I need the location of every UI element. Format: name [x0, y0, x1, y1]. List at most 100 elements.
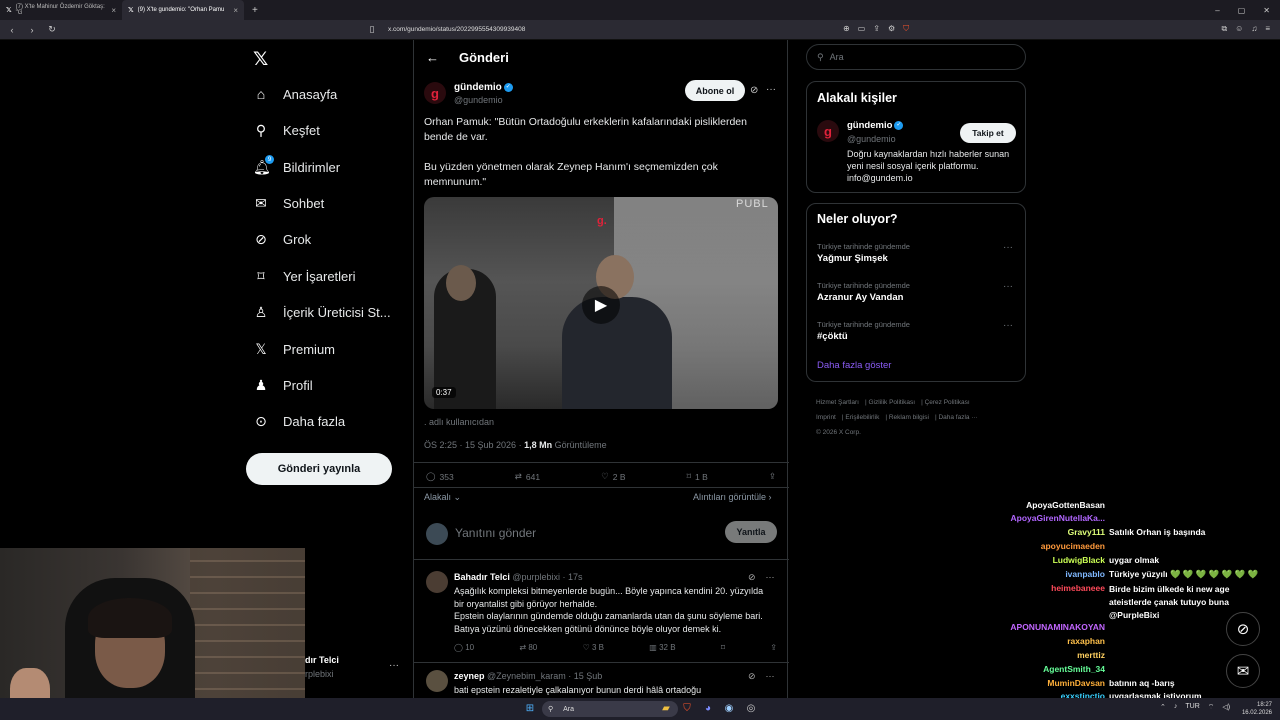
reply-input[interactable]: Yanıtını gönder	[455, 526, 536, 540]
reload-icon[interactable]: ↻	[46, 24, 58, 35]
post-button[interactable]: Gönderi yayınla	[246, 453, 392, 485]
volume-icon[interactable]: ◁)	[1222, 703, 1230, 712]
show-more-link[interactable]: Daha fazla göster	[817, 360, 891, 371]
back-arrow-icon[interactable]: ←	[426, 50, 439, 65]
chat-username[interactable]: AgentSmith_34	[990, 664, 1105, 674]
comment-author[interactable]: Bahadır Telci @purplebixi · 17s	[454, 572, 583, 582]
wifi-icon[interactable]: ⌔	[1208, 703, 1215, 712]
chat-username[interactable]: ApoyaGirenNutellaKa...	[990, 513, 1105, 523]
taskbar-search[interactable]: ⚲ Ara	[542, 701, 678, 717]
more-options-icon[interactable]: ···	[1003, 242, 1013, 253]
maximize-icon[interactable]: ▢	[1238, 6, 1246, 15]
comment-author[interactable]: zeynep @Zeynebim_karam · 15 Şub	[454, 671, 602, 681]
play-icon[interactable]: ▶	[582, 286, 620, 324]
more-options-icon[interactable]: ···	[766, 572, 775, 583]
x-logo-icon[interactable]: 𝕏	[253, 48, 268, 71]
chat-username[interactable]: ApoyaGottenBasan	[990, 500, 1105, 510]
share-icon[interactable]: ⇪	[873, 24, 880, 34]
grok-icon[interactable]: ⊘	[748, 671, 756, 682]
forward-nav-icon[interactable]: ›	[26, 25, 38, 35]
messages-fab-icon[interactable]: ✉	[1226, 654, 1260, 688]
follow-button[interactable]: Takip et	[960, 123, 1016, 143]
chat-username[interactable]: ivanpablo	[990, 569, 1105, 579]
new-tab-icon[interactable]: +	[252, 5, 258, 16]
footer-link[interactable]: Erişilebilirlik	[845, 414, 879, 421]
nav-item-premium[interactable]: 𝕏 Premium	[253, 341, 335, 358]
related-name[interactable]: gündemio ✓	[847, 120, 904, 131]
nav-item-explore[interactable]: ⚲ Keşfet	[253, 122, 320, 139]
shield-icon[interactable]: ⛉	[903, 24, 909, 34]
more-options-icon[interactable]: ···	[766, 84, 776, 95]
like-stat[interactable]: ♡ 2 B	[601, 471, 625, 482]
more-options-icon[interactable]: ···	[1003, 320, 1013, 331]
more-options-icon[interactable]: ···	[766, 671, 775, 682]
screen-icon[interactable]: ▭	[858, 24, 866, 34]
reply-stat[interactable]: ◯ 353	[426, 471, 454, 482]
trend-item[interactable]: Azranur Ay Vandan	[817, 292, 903, 303]
video-source[interactable]: . adlı kullanıcıdan	[424, 417, 494, 427]
nav-item-notifications[interactable]: 🔔︎ 9 Bildirimler	[253, 155, 340, 176]
trend-item[interactable]: Yağmur Şimşek	[817, 253, 888, 264]
chat-username[interactable]: raxaphan	[990, 636, 1105, 646]
close-tab-icon[interactable]: ×	[111, 6, 116, 15]
grok-icon[interactable]: ⊘	[750, 85, 758, 96]
chat-username[interactable]: apoyucimaeden	[990, 541, 1105, 551]
footer-link[interactable]: Reklam bilgisi	[889, 414, 929, 421]
author-avatar[interactable]: g	[424, 82, 446, 104]
more-options-icon[interactable]: ···	[1003, 281, 1013, 292]
folder-icon[interactable]: ▰	[660, 703, 672, 715]
menu-icon[interactable]: ≡	[1265, 24, 1270, 34]
sort-dropdown[interactable]: Alakalı ⌄	[424, 492, 461, 503]
nav-item-more[interactable]: ⊙ Daha fazla	[253, 413, 345, 430]
footer-link[interactable]: Hizmet Şartları	[816, 399, 859, 406]
profile-icon[interactable]: ☺	[1235, 24, 1243, 34]
author-name[interactable]: gündemio ✓	[454, 82, 513, 93]
grok-fab-icon[interactable]: ⊘	[1226, 612, 1260, 646]
avatar[interactable]: g	[817, 120, 839, 142]
bookmark-page-icon[interactable]: ▯	[366, 24, 378, 35]
browser-tab-active[interactable]: 𝕏 (9) X'te gundemio: "Orhan Pamu ×	[122, 0, 244, 20]
chat-username[interactable]: LudwigBlack	[990, 555, 1105, 565]
lang-indicator[interactable]: TUR	[1185, 703, 1199, 712]
share-icon[interactable]: ⇪	[770, 643, 777, 652]
chevron-up-icon[interactable]: ⌃	[1160, 703, 1166, 712]
video-player[interactable]: g. PUBL ▶ 0:37	[424, 197, 778, 409]
avatar[interactable]	[426, 571, 448, 593]
reply-stat[interactable]: ◯ 10	[454, 643, 474, 652]
zoom-icon[interactable]: ⊕	[843, 24, 850, 34]
close-window-icon[interactable]: ✕	[1263, 6, 1270, 15]
chat-username[interactable]: heimebaneee	[990, 583, 1105, 593]
steam-icon[interactable]: ◉	[723, 703, 735, 715]
puzzle-icon[interactable]: ⧉	[1221, 24, 1227, 34]
view-quotes-link[interactable]: Alıntıları görüntüle ›	[693, 492, 772, 502]
footer-link[interactable]: Gizlilik Politikası	[868, 399, 915, 406]
chat-username[interactable]: merttiz	[990, 650, 1105, 660]
like-stat[interactable]: ♡ 3 B	[583, 643, 604, 652]
brave-icon[interactable]: ⛉	[681, 703, 693, 715]
nav-item-home[interactable]: ⌂ Anasayfa	[253, 86, 337, 102]
windows-start-icon[interactable]: ⊞	[524, 703, 536, 715]
clock[interactable]: 18:27 16.02.2026	[1242, 701, 1272, 717]
avatar[interactable]	[426, 670, 448, 692]
nav-item-chat[interactable]: ✉ Sohbet	[253, 195, 324, 212]
nav-item-profile[interactable]: ♟ Profil	[253, 377, 313, 394]
chat-username[interactable]: Gravy111	[990, 527, 1105, 537]
discord-icon[interactable]: ◕	[702, 703, 714, 715]
search-input[interactable]: ⚲ Ara	[806, 44, 1026, 70]
bookmark-stat[interactable]: ⌑ 1 B	[687, 471, 708, 482]
media-icon[interactable]: ♫	[1251, 24, 1257, 34]
author-handle[interactable]: @gundemio	[454, 95, 503, 105]
footer-link[interactable]: Imprint	[816, 414, 836, 421]
nav-item-grok[interactable]: ⊘ Grok	[253, 231, 311, 248]
grok-icon[interactable]: ⊘	[748, 572, 756, 583]
subscribe-button[interactable]: Abone ol	[685, 80, 745, 101]
back-nav-icon[interactable]: ‹	[6, 25, 18, 35]
footer-link[interactable]: Çerez Politikası	[925, 399, 970, 406]
share-icon[interactable]: ⇪	[769, 471, 776, 482]
nav-item-bookmarks[interactable]: ⌑ Yer İşaretleri	[253, 268, 355, 285]
chat-username[interactable]: APONUNAMINAKOYAN	[990, 622, 1105, 632]
bookmark-icon[interactable]: ⌑	[721, 643, 725, 652]
close-tab-icon[interactable]: ×	[233, 6, 238, 15]
chat-username[interactable]: MuminDavsan	[990, 678, 1105, 688]
footer-link[interactable]: Daha fazla ···	[938, 414, 977, 421]
